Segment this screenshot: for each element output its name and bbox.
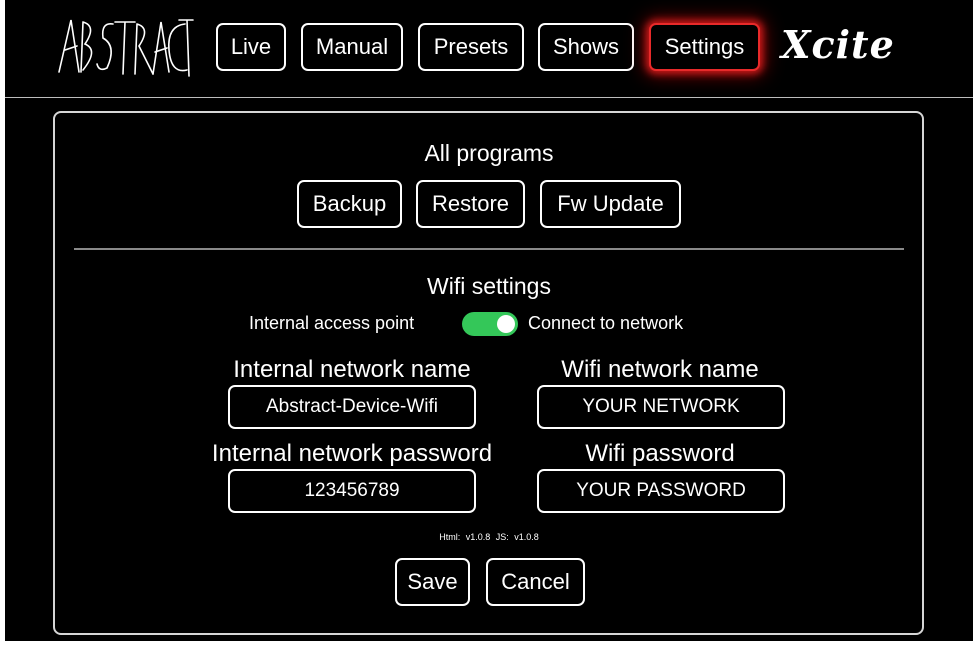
wifi-password-label: Wifi password [585, 440, 735, 467]
internal-network-password-field[interactable] [228, 469, 476, 513]
wifi-network-name-field[interactable] [537, 385, 785, 429]
fw-update-button[interactable]: Fw Update [540, 180, 681, 228]
cancel-button[interactable]: Cancel [486, 558, 585, 606]
abstract-logo [57, 16, 197, 80]
section-divider [74, 248, 904, 250]
nav-shows-button[interactable]: Shows [538, 23, 634, 71]
internal-network-name-label: Internal network name [233, 356, 471, 383]
nav-settings-button[interactable]: Settings [649, 23, 760, 71]
html-version: Html: v1.0.8 [439, 532, 491, 542]
backup-button[interactable]: Backup [297, 180, 402, 228]
header-divider [5, 97, 973, 98]
js-version: JS: v1.0.8 [495, 532, 539, 542]
wifi-settings-title: Wifi settings [427, 273, 551, 299]
wifi-mode-toggle[interactable] [462, 312, 518, 336]
nav-live-button[interactable]: Live [216, 23, 286, 71]
connect-to-network-label: Connect to network [528, 313, 684, 333]
save-button[interactable]: Save [395, 558, 470, 606]
internal-network-password-label: Internal network password [211, 440, 493, 467]
restore-button[interactable]: Restore [416, 180, 525, 228]
wifi-network-name-label: Wifi network name [561, 356, 759, 383]
internal-network-name-field[interactable] [228, 385, 476, 429]
window-frame-bottom [0, 641, 978, 647]
brand-wordmark: Xcite [781, 22, 895, 67]
all-programs-title: All programs [424, 140, 554, 166]
internal-access-point-label: Internal access point [249, 313, 415, 333]
version-info: Html: v1.0.8 JS: v1.0.8 [0, 532, 978, 542]
nav-presets-button[interactable]: Presets [418, 23, 524, 71]
nav-manual-button[interactable]: Manual [301, 23, 403, 71]
wifi-password-field[interactable] [537, 469, 785, 513]
toggle-knob [497, 315, 515, 333]
abstract-logo-icon [58, 19, 194, 77]
window-frame-right [973, 0, 978, 647]
